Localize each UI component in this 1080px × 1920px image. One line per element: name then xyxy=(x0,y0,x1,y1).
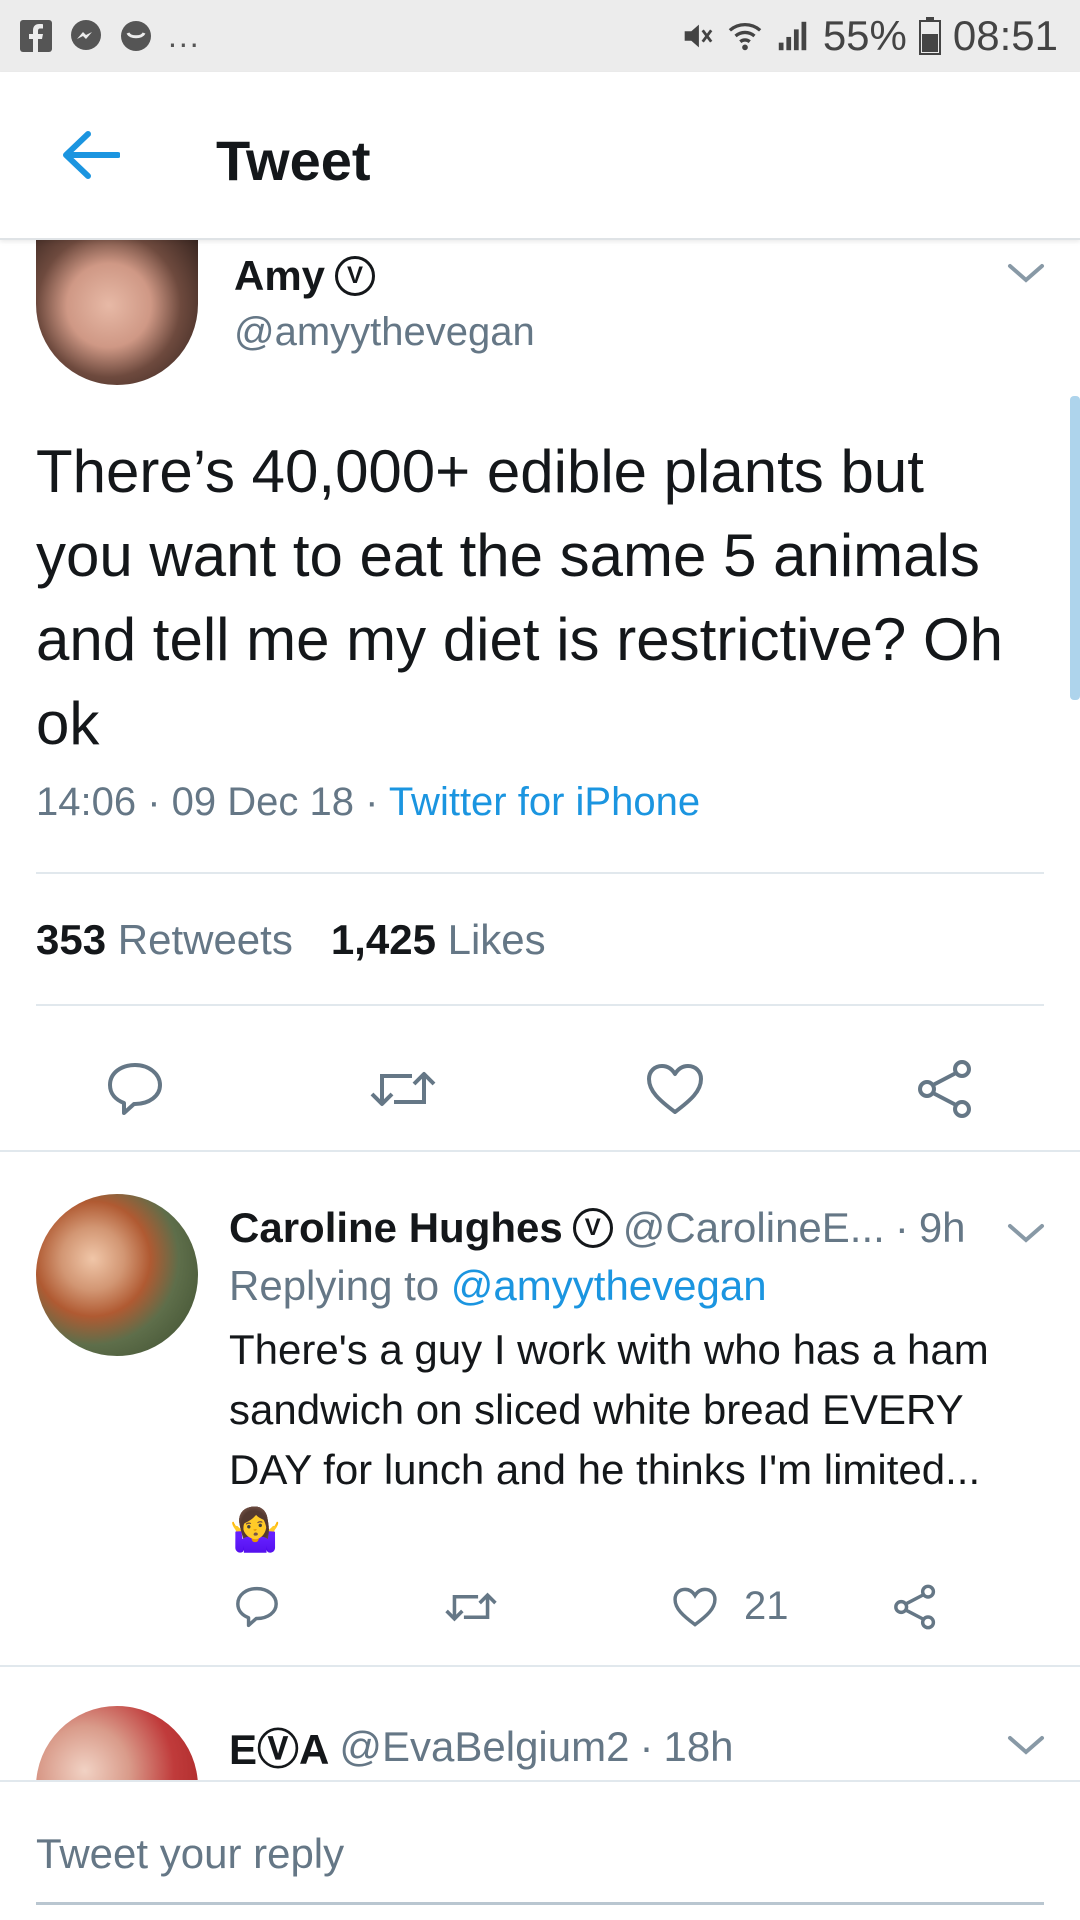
status-bar: ... 55% 08:51 xyxy=(0,0,1080,72)
input-underline xyxy=(36,1902,1044,1905)
retweet-button[interactable] xyxy=(436,1574,506,1644)
meta-separator: · xyxy=(136,780,172,824)
author-name[interactable]: Amy xyxy=(234,252,325,300)
replying-to: Replying to @amyythevegan xyxy=(229,1262,767,1310)
reply-author-name[interactable]: Caroline Hughes xyxy=(229,1204,563,1252)
scrollbar[interactable] xyxy=(1070,396,1080,700)
wifi-icon xyxy=(727,18,763,54)
like-button[interactable] xyxy=(660,1574,730,1644)
heart-icon xyxy=(645,1062,705,1121)
heart-icon xyxy=(672,1586,718,1633)
chat-icon xyxy=(118,18,154,54)
replying-prefix: Replying to xyxy=(229,1262,440,1309)
page-title: Tweet xyxy=(216,129,371,192)
status-time: 08:51 xyxy=(952,12,1058,59)
avatar[interactable] xyxy=(36,240,198,385)
facebook-icon xyxy=(18,18,54,54)
divider xyxy=(36,1004,1044,1006)
retweet-icon xyxy=(370,1064,436,1119)
tweet-date: 09 Dec 18 xyxy=(171,780,354,824)
retweet-icon xyxy=(445,1587,497,1632)
reply-age: 18h xyxy=(663,1722,734,1770)
share-button[interactable] xyxy=(880,1574,950,1644)
reply-text: There's a guy I work with who has a ham … xyxy=(229,1320,1049,1560)
likes-count: 1,425 xyxy=(330,916,436,963)
share-icon xyxy=(892,1584,938,1635)
divider xyxy=(36,872,1044,874)
tweet-source-link[interactable]: Twitter for iPhone xyxy=(389,780,700,824)
like-button[interactable] xyxy=(640,1056,710,1126)
replying-to-mention[interactable]: @amyythevegan xyxy=(451,1262,767,1309)
reply-composer xyxy=(0,1780,1080,1920)
retweets-count: 353 xyxy=(36,916,107,963)
meta-separator: · xyxy=(354,780,389,824)
avatar[interactable] xyxy=(36,1194,198,1356)
divider xyxy=(0,1665,1080,1667)
app-bar: Tweet xyxy=(0,72,1080,240)
engagement-counts: 353 Retweets 1,425 Likes xyxy=(36,916,546,964)
chevron-down-icon[interactable] xyxy=(1006,1730,1046,1760)
chevron-down-icon[interactable] xyxy=(1006,1218,1046,1248)
retweets-label: Retweets xyxy=(117,916,293,963)
retweets-stat[interactable]: 353 Retweets xyxy=(36,916,293,964)
messenger-icon xyxy=(68,18,104,54)
tweet-meta: 14:06 · 09 Dec 18 · Twitter for iPhone xyxy=(36,780,700,825)
reply-button[interactable] xyxy=(100,1056,170,1126)
shrug-emoji: 🤷‍♀️ xyxy=(229,1506,282,1553)
tweet-text: There’s 40,000+ edible plants but you wa… xyxy=(36,438,1004,757)
reply-like-count: 21 xyxy=(744,1584,789,1628)
share-icon xyxy=(915,1059,975,1124)
tweet-actions xyxy=(0,1046,1080,1136)
reply-author-name[interactable]: EⓋA xyxy=(229,1716,329,1777)
divider xyxy=(0,1150,1080,1152)
author-handle[interactable]: @amyythevegan xyxy=(234,310,535,355)
reply-input[interactable] xyxy=(36,1826,1044,1882)
tweet-time: 14:06 xyxy=(36,780,137,824)
likes-label: Likes xyxy=(447,916,546,963)
retweet-button[interactable] xyxy=(368,1056,438,1126)
meta-separator: · xyxy=(894,1204,909,1251)
battery-percent: 55% xyxy=(822,12,907,59)
reply-author-handle[interactable]: @EvaBelgium2 xyxy=(339,1723,629,1771)
reply-icon xyxy=(234,1585,280,1634)
chevron-down-icon[interactable] xyxy=(1006,258,1046,288)
reply-actions: 21 xyxy=(0,1574,1080,1644)
avatar[interactable] xyxy=(36,1706,198,1780)
meta-separator: · xyxy=(639,1722,654,1770)
signal-icon xyxy=(775,18,811,54)
battery-icon xyxy=(918,17,941,55)
reply-button[interactable] xyxy=(222,1574,292,1644)
more-notifications-indicator: ... xyxy=(168,18,201,54)
reply-tweet[interactable]: EⓋA @EvaBelgium2 · 18h xyxy=(0,1706,1080,1780)
reply-icon xyxy=(105,1061,165,1122)
reply-text-body: There's a guy I work with who has a ham … xyxy=(229,1326,989,1493)
verified-badge: V xyxy=(335,256,376,296)
arrow-left-icon xyxy=(62,130,121,185)
back-button[interactable] xyxy=(56,122,126,192)
reply-age: 9h xyxy=(918,1204,966,1251)
verified-badge: V xyxy=(572,1208,613,1248)
likes-stat[interactable]: 1,425 Likes xyxy=(331,916,546,964)
reply-author-handle[interactable]: @CarolineE... xyxy=(623,1204,885,1252)
share-button[interactable] xyxy=(910,1056,980,1126)
mute-icon xyxy=(679,18,715,54)
